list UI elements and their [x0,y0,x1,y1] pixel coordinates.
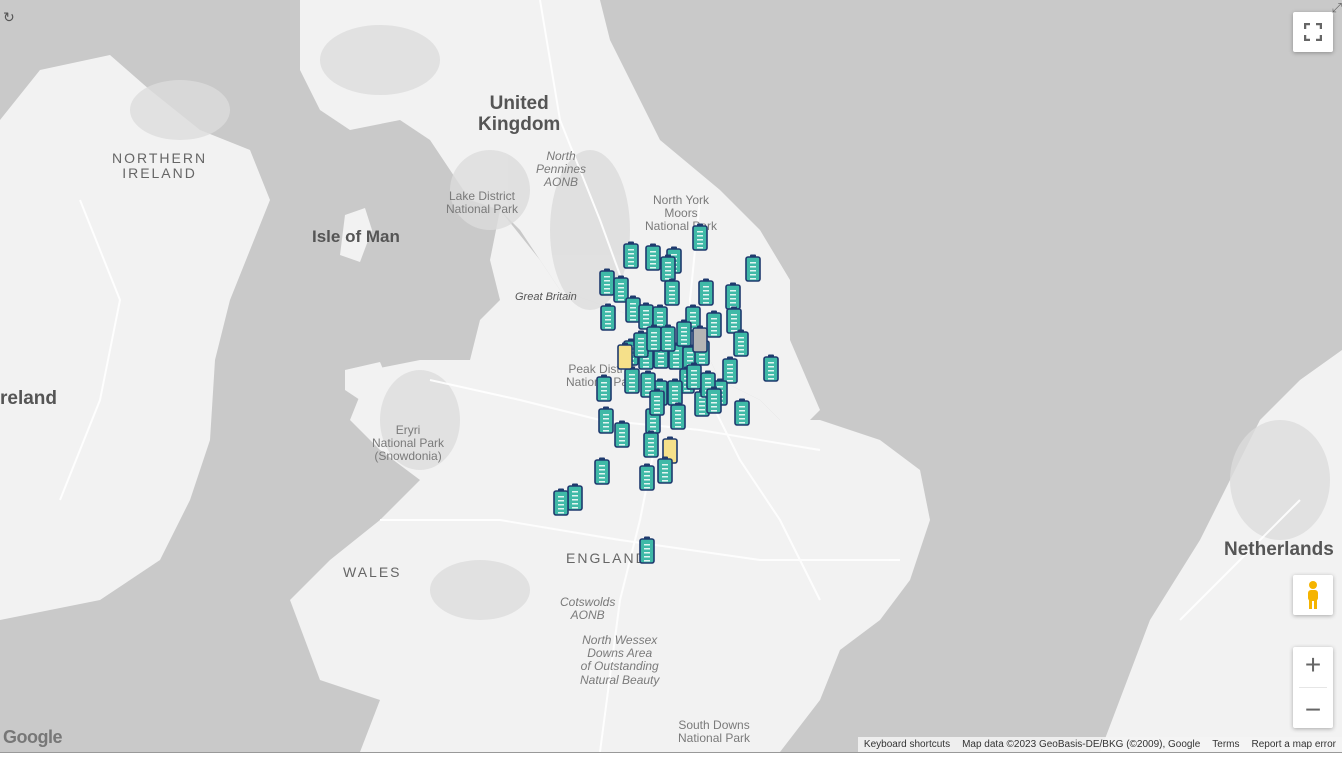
battery-marker-icon[interactable] [734,398,750,426]
terms-link[interactable]: Terms [1206,739,1245,750]
expand-corner-icon[interactable]: ⤢ [1332,0,1342,16]
map-base-layer [0,0,1342,752]
battery-marker-icon[interactable] [664,278,680,306]
label-cotswolds: Cotswolds AONB [560,595,616,623]
battery-marker-icon[interactable] [594,457,610,485]
battery-marker-icon[interactable] [692,325,708,353]
battery-marker-icon[interactable] [598,406,614,434]
google-logo: Google [3,727,63,747]
battery-marker-icon[interactable] [698,278,714,306]
battery-marker-icon[interactable] [670,402,686,430]
battery-marker-icon[interactable] [706,386,722,414]
battery-marker-icon[interactable] [617,342,633,370]
battery-marker-icon[interactable] [660,324,676,352]
battery-marker-icon[interactable] [596,374,612,402]
label-wales: WALES [343,564,402,580]
battery-marker-icon[interactable] [623,241,639,269]
reload-icon[interactable]: ↻ [3,9,15,26]
battery-marker-icon[interactable] [639,463,655,491]
zoom-out-button[interactable]: − [1305,696,1321,724]
label-north-wessex: North Wessex Downs Area of Outstanding N… [580,633,660,687]
label-england: ENGLAND [566,550,648,566]
battery-marker-icon[interactable] [624,366,640,394]
battery-marker-icon[interactable] [553,488,569,516]
label-isle-of-man: Isle of Man [312,227,400,246]
zoom-in-button[interactable]: + [1305,651,1321,679]
attribution-bar: Keyboard shortcuts Map data ©2023 GeoBas… [857,737,1342,752]
zoom-divider [1299,687,1327,688]
label-netherlands: Netherlands [1224,539,1334,560]
label-lake-district: Lake District National Park [446,189,519,217]
ireland-landmass [0,55,270,620]
battery-marker-icon[interactable] [614,420,630,448]
battery-marker-icon[interactable] [676,319,692,347]
label-south-downs: South Downs National Park [678,718,751,746]
battery-marker-icon[interactable] [649,388,665,416]
fullscreen-button[interactable] [1293,12,1333,52]
battery-marker-icon[interactable] [645,243,661,271]
label-northern-ireland: NORTHERN IRELAND [112,150,208,182]
battery-marker-icon[interactable] [706,310,722,338]
battery-marker-icon[interactable] [567,483,583,511]
label-united-kingdom: United Kingdom [478,93,561,135]
map-data-attribution: Map data ©2023 GeoBasis-DE/BKG (©2009), … [962,739,1201,750]
map-canvas[interactable]: United Kingdom NORTHERN IRELAND Isle of … [0,0,1342,753]
street-view-pegman[interactable] [1293,575,1333,615]
battery-marker-icon[interactable] [763,354,779,382]
battery-marker-icon[interactable] [692,223,708,251]
label-ireland: reland [0,388,58,409]
battery-marker-icon[interactable] [600,303,616,331]
fullscreen-icon [1304,23,1322,41]
pegman-icon [1308,581,1318,609]
battery-marker-icon[interactable] [745,254,761,282]
battery-marker-icon[interactable] [639,536,655,564]
zoom-control: + − [1293,647,1333,728]
label-north-pennines: North Pennines AONB [536,149,587,190]
battery-marker-icon[interactable] [657,456,673,484]
battery-marker-icon[interactable] [643,430,659,458]
label-great-britain: Great Britain [515,291,577,303]
label-eryri: Eryri National Park (Snowdonia) [372,423,445,464]
report-error-link[interactable]: Report a map error [1246,739,1342,750]
battery-marker-icon[interactable] [733,329,749,357]
keyboard-shortcuts-link[interactable]: Keyboard shortcuts [858,739,956,750]
